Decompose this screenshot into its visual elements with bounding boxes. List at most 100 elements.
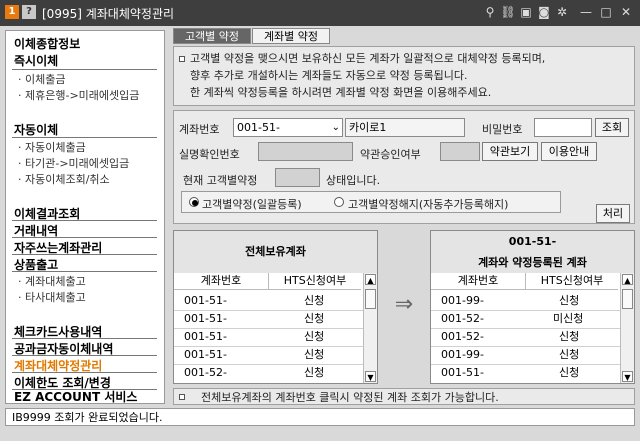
- approve-field: [440, 142, 480, 161]
- divider: [12, 271, 157, 272]
- radio-agreement-cancel-label[interactable]: 고객별약정해지(자동추가등록해지): [348, 196, 508, 212]
- linked-account-number: 001-51-: [508, 235, 557, 248]
- sidebar-item-partner-bank-deposit[interactable]: · 제휴은행->미래에셋입금: [18, 87, 139, 103]
- password-input[interactable]: [534, 118, 592, 137]
- linked-accounts-header: 001-51- 계좌와 약정등록된 계좌: [431, 231, 634, 273]
- current-agreement-field: [275, 168, 320, 187]
- table-row-account[interactable]: 001-99-: [441, 347, 484, 363]
- table-row-account[interactable]: 001-52-: [441, 329, 484, 345]
- account-name-field: 카이로1: [345, 118, 465, 137]
- table-row-account[interactable]: 001-51-: [441, 365, 484, 381]
- col-hts-status: HTS신청여부: [526, 273, 618, 290]
- col-hts-status: HTS신청여부: [269, 273, 361, 290]
- tab-customer-agreement[interactable]: 고객별 약정: [173, 28, 251, 44]
- guide-button[interactable]: 이용안내: [541, 142, 597, 161]
- divider: [12, 254, 157, 255]
- divider: [12, 137, 157, 138]
- sidebar-item-ez-account[interactable]: EZ ACCOUNT 서비스: [14, 388, 137, 405]
- inquiry-button[interactable]: 조회: [595, 118, 629, 137]
- scroll-down-icon[interactable]: ▼: [365, 371, 376, 382]
- save-icon[interactable]: ▣: [518, 4, 534, 20]
- link-icon[interactable]: ⛓: [500, 4, 516, 20]
- note-panel: 전체보유계좌의 계좌번호 클릭시 약정된 계좌 조회가 가능합니다.: [173, 388, 635, 405]
- current-agreement-label: 현재 고객별약정: [183, 174, 258, 187]
- title-bar: 1 ? [0995] 계좌대체약정관리 ⚲ ⛓ ▣ ◙ ✲ — □ ✕: [0, 0, 640, 26]
- pin-icon[interactable]: ⚲: [482, 4, 498, 20]
- col-account-number: 계좌번호: [431, 273, 526, 290]
- bullet-icon: [179, 56, 185, 62]
- table-row-status: 신청: [559, 294, 580, 307]
- minimize-icon[interactable]: —: [578, 4, 594, 20]
- table-row-account[interactable]: 001-51-: [184, 293, 227, 309]
- sidebar-item-auto-transfer[interactable]: 자동이체: [14, 121, 58, 138]
- all-accounts-table: 전체보유계좌 계좌번호 HTS신청여부 ▲ ▼ 001-51- 신청 001-5…: [173, 230, 378, 384]
- sidebar: 이체종합정보 즉시이체 · 이체출금 · 제휴은행->미래에셋입금 자동이체 ·…: [5, 30, 165, 404]
- bullet-icon: [179, 394, 185, 400]
- linked-accounts-table: 001-51- 계좌와 약정등록된 계좌 계좌번호 HTS신청여부 ▲ ▼ 00…: [430, 230, 635, 384]
- info-line-3: 한 계좌씩 약정등록을 하시려면 계좌별 약정 화면을 이용해주세요.: [190, 86, 492, 99]
- radio-agreement-cancel[interactable]: [334, 197, 344, 207]
- scrollbar[interactable]: ▲ ▼: [363, 273, 377, 383]
- verify-field: [258, 142, 353, 161]
- table-row-account[interactable]: 001-99-: [441, 293, 484, 309]
- account-select[interactable]: 001-51- ⌄: [233, 118, 343, 137]
- maximize-icon[interactable]: □: [598, 4, 614, 20]
- help-icon[interactable]: ?: [22, 5, 36, 19]
- sidebar-item-other-company-release[interactable]: · 타사대체출고: [18, 289, 86, 305]
- linked-accounts-title: 계좌와 약정등록된 계좌: [478, 256, 587, 269]
- camera-icon[interactable]: ◙: [536, 4, 552, 20]
- divider: [12, 237, 157, 238]
- gear-icon[interactable]: ✲: [554, 4, 570, 20]
- tab-account-agreement[interactable]: 계좌별 약정: [252, 28, 330, 44]
- divider: [12, 338, 157, 339]
- table-row-status: 신청: [304, 294, 325, 307]
- scroll-up-icon[interactable]: ▲: [365, 274, 376, 285]
- table-row-status: 신청: [304, 330, 325, 343]
- scroll-thumb[interactable]: [622, 289, 633, 309]
- terms-button[interactable]: 약관보기: [482, 142, 538, 161]
- close-icon[interactable]: ✕: [618, 4, 634, 20]
- radio-dot-icon: [192, 200, 198, 206]
- divider: [12, 220, 157, 221]
- radio-customer-agreement[interactable]: [189, 197, 199, 207]
- chevron-down-icon[interactable]: ⌄: [332, 119, 340, 136]
- sidebar-item-account-transfer-release[interactable]: · 계좌대체출고: [18, 273, 86, 289]
- radio-group: 고객별약정(일괄등록) 고객별약정해지(자동추가등록해지): [181, 191, 561, 213]
- table-row-account[interactable]: 001-52-: [184, 365, 227, 381]
- divider: [12, 372, 157, 373]
- sidebar-item-instant-transfer[interactable]: 즉시이체: [14, 52, 58, 69]
- table-row-status: 신청: [559, 330, 580, 343]
- status-bar: IB9999 조회가 완료되었습니다.: [5, 408, 635, 426]
- sidebar-item-auto-withdraw[interactable]: · 자동이체출금: [18, 139, 86, 155]
- account-value: 001-51-: [237, 121, 280, 134]
- table-row-account[interactable]: 001-52-: [441, 311, 484, 327]
- note-text: 전체보유계좌의 계좌번호 클릭시 약정된 계좌 조회가 가능합니다.: [201, 391, 499, 404]
- table-row-account[interactable]: 001-51-: [184, 311, 227, 327]
- divider: [12, 69, 157, 70]
- sidebar-item-transfer-info[interactable]: 이체종합정보: [14, 35, 80, 52]
- badge-one-icon[interactable]: 1: [5, 5, 19, 19]
- verify-label: 실명확인번호: [179, 148, 240, 161]
- table-row-status: 신청: [304, 366, 325, 379]
- radio-customer-agreement-label[interactable]: 고객별약정(일괄등록): [202, 196, 302, 212]
- table-row-account[interactable]: 001-51-: [184, 329, 227, 345]
- table-row-status: 미신청: [553, 312, 584, 325]
- sidebar-item-other-inst-deposit[interactable]: · 타기관->미래에셋입금: [18, 155, 129, 171]
- table-row-status: 신청: [559, 366, 580, 379]
- process-button[interactable]: 처리: [596, 204, 630, 223]
- scroll-up-icon[interactable]: ▲: [622, 274, 633, 285]
- arrow-right-icon: ⇒: [394, 292, 414, 317]
- info-panel: 고객별 약정을 맺으시면 보유하신 모든 계좌가 일괄적으로 대체약정 등록되며…: [173, 46, 635, 106]
- scrollbar[interactable]: ▲ ▼: [620, 273, 634, 383]
- scroll-thumb[interactable]: [365, 289, 376, 309]
- table-row-account[interactable]: 001-51-: [184, 347, 227, 363]
- scroll-down-icon[interactable]: ▼: [622, 371, 633, 382]
- all-accounts-title: 전체보유계좌: [174, 231, 377, 273]
- sidebar-item-auto-inquiry-cancel[interactable]: · 자동이체조회/취소: [18, 171, 110, 187]
- info-line-2: 향후 추가로 개설하시는 계좌들도 자동으로 약정 등록됩니다.: [190, 69, 468, 82]
- table-row-status: 신청: [304, 348, 325, 361]
- sidebar-item-withdraw[interactable]: · 이체출금: [18, 71, 65, 87]
- form-panel: 계좌번호 001-51- ⌄ 카이로1 비밀번호 조회 실명확인번호 약관승인여…: [173, 110, 635, 224]
- divider: [12, 355, 157, 356]
- info-line-1: 고객별 약정을 맺으시면 보유하신 모든 계좌가 일괄적으로 대체약정 등록되며…: [190, 52, 546, 65]
